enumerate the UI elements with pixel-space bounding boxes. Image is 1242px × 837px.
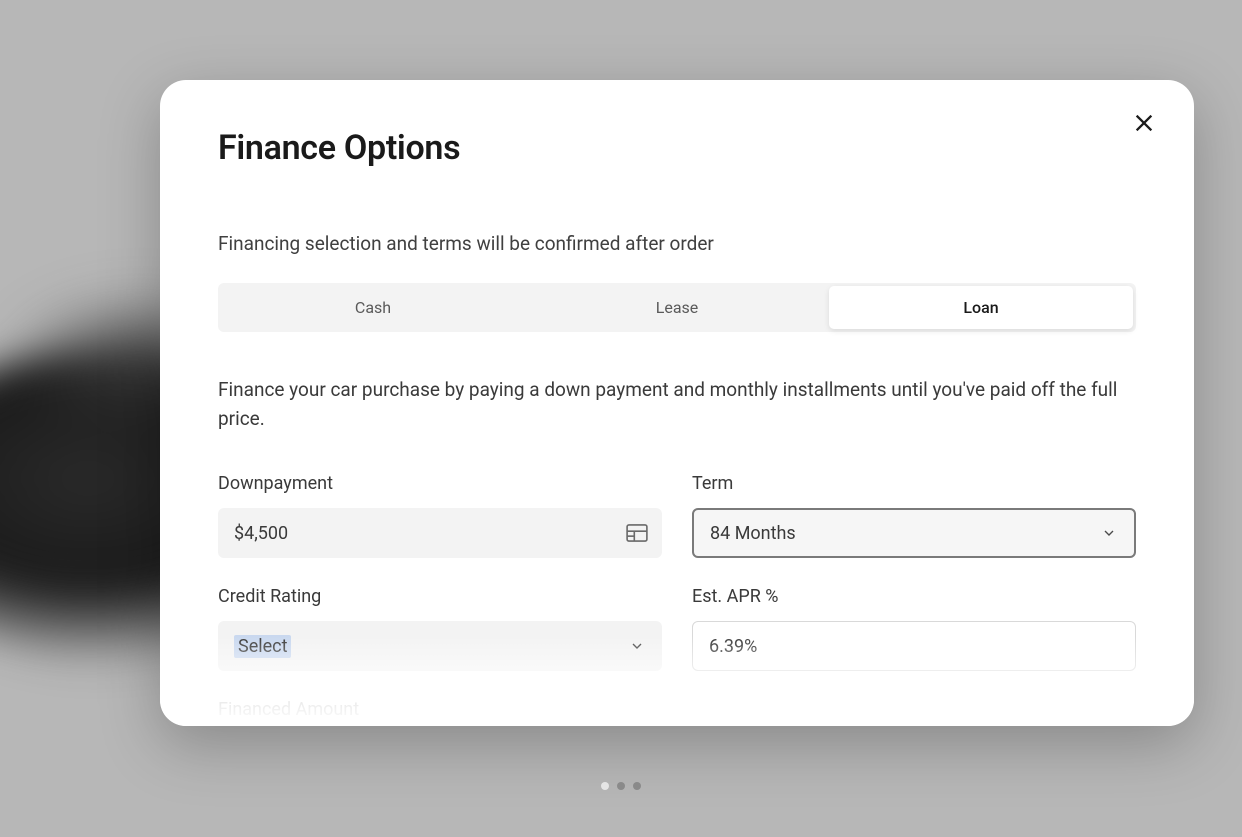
term-label: Term: [692, 473, 1136, 494]
downpayment-label: Downpayment: [218, 473, 662, 494]
close-icon: [1133, 112, 1155, 137]
apr-label: Est. APR %: [692, 586, 1136, 607]
tab-cash[interactable]: Cash: [221, 286, 525, 329]
close-button[interactable]: [1128, 108, 1160, 140]
calculator-icon: [626, 524, 648, 542]
chevron-down-icon: [1100, 524, 1118, 542]
credit-rating-value: Select: [234, 635, 291, 658]
chevron-down-icon: [628, 637, 646, 655]
credit-rating-select[interactable]: Select: [218, 621, 662, 671]
tab-loan[interactable]: Loan: [829, 286, 1133, 329]
modal-title: Finance Options: [218, 128, 1136, 168]
finance-options-modal: Finance Options Financing selection and …: [160, 80, 1194, 726]
finance-tabs: Cash Lease Loan: [218, 283, 1136, 332]
downpayment-value: $4,500: [234, 523, 288, 544]
pagination-dots: [601, 782, 641, 790]
downpayment-input[interactable]: $4,500: [218, 508, 662, 558]
term-select[interactable]: 84 Months: [692, 508, 1136, 558]
pagination-dot-1[interactable]: [601, 782, 609, 790]
tab-lease[interactable]: Lease: [525, 286, 829, 329]
apr-value: 6.39%: [709, 636, 757, 657]
loan-description: Finance your car purchase by paying a do…: [218, 376, 1136, 433]
term-value: 84 Months: [710, 523, 796, 544]
modal-subtext: Financing selection and terms will be co…: [218, 232, 1136, 255]
apr-input[interactable]: 6.39%: [692, 621, 1136, 671]
financed-amount-label: Financed Amount: [218, 699, 662, 720]
pagination-dot-2[interactable]: [617, 782, 625, 790]
pagination-dot-3[interactable]: [633, 782, 641, 790]
credit-rating-label: Credit Rating: [218, 586, 662, 607]
